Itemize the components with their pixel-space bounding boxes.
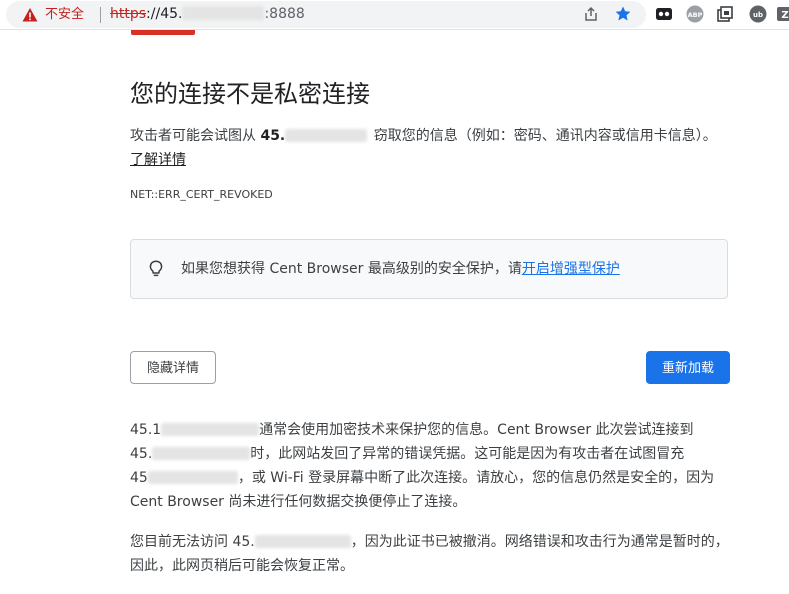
enable-enhanced-protection-link[interactable]: 开启增强型保护 bbox=[522, 261, 620, 277]
redacted-host bbox=[254, 534, 351, 548]
lightbulb-icon bbox=[149, 260, 163, 277]
error-intro: 攻击者可能会试图从 45. 窃取您的信息（例如：密码、通讯内容或信用卡信息）。了… bbox=[130, 124, 730, 172]
url-scheme: https bbox=[110, 6, 147, 22]
details-host-1: 45.1 bbox=[130, 422, 162, 438]
tip-message: 如果您想获得 Cent Browser 最高级别的安全保护，请 bbox=[181, 261, 522, 277]
enhanced-protection-tip: 如果您想获得 Cent Browser 最高级别的安全保护，请开启增强型保护 bbox=[130, 239, 728, 299]
intro-suffix: 窃取您的信息（例如：密码、通讯内容或信用卡信息）。 bbox=[369, 128, 717, 144]
url-port: :8888 bbox=[264, 6, 305, 22]
bookmark-star-icon[interactable] bbox=[614, 5, 632, 23]
error-details: 45.1 通常会使用加密技术来保护您的信息。Cent Browser 此次尝试连接… bbox=[130, 418, 730, 594]
svg-text:ABP: ABP bbox=[688, 11, 703, 19]
ublock-icon[interactable]: ub bbox=[749, 5, 767, 23]
redacted-host bbox=[182, 6, 265, 20]
warning-triangle-icon bbox=[22, 8, 38, 22]
redacted-host bbox=[161, 422, 260, 436]
extension-icon-1[interactable] bbox=[655, 5, 673, 23]
learn-more-link[interactable]: 了解详情 bbox=[130, 152, 186, 168]
details-text-4: 您目前无法访问 45. bbox=[130, 534, 255, 550]
svg-text:Z: Z bbox=[781, 10, 788, 21]
redacted-host bbox=[152, 446, 251, 460]
reload-button[interactable]: 重新加载 bbox=[646, 351, 730, 384]
intro-host: 45. bbox=[260, 128, 286, 144]
omnibox-divider bbox=[100, 7, 101, 23]
url-text[interactable]: https://45. :8888 bbox=[110, 5, 305, 23]
url-host: ://45. bbox=[146, 6, 183, 22]
details-text-1: 通常会使用加密技术来保护您的信息。Cent Browser 此次尝试连接到 bbox=[259, 422, 694, 438]
extension-windows-icon[interactable] bbox=[716, 5, 734, 23]
address-bar[interactable]: 不安全 https://45. :8888 bbox=[6, 1, 646, 28]
tip-text: 如果您想获得 Cent Browser 最高级别的安全保护，请开启增强型保护 bbox=[181, 259, 620, 279]
security-status-label[interactable]: 不安全 bbox=[45, 6, 84, 23]
redacted-host bbox=[285, 128, 368, 142]
adblock-plus-icon[interactable]: ABP bbox=[686, 5, 704, 23]
error-accent-stripe bbox=[131, 30, 195, 35]
svg-text:ub: ub bbox=[753, 11, 763, 19]
page-title: 您的连接不是私密连接 bbox=[130, 80, 370, 108]
extension-icon-5[interactable]: Z bbox=[776, 5, 789, 23]
redacted-host bbox=[147, 470, 238, 484]
error-code: NET::ERR_CERT_REVOKED bbox=[130, 188, 273, 201]
share-icon[interactable] bbox=[583, 6, 599, 22]
intro-prefix: 攻击者可能会试图从 bbox=[130, 128, 261, 144]
details-paragraph-2: 您目前无法访问 45. ，因为此证书已被撤消。网络错误和攻击行为通常是暂时的，因此… bbox=[130, 530, 730, 578]
details-paragraph-1: 45.1 通常会使用加密技术来保护您的信息。Cent Browser 此次尝试连接… bbox=[130, 418, 730, 514]
browser-toolbar: 不安全 https://45. :8888 ABP ub Z bbox=[0, 0, 789, 30]
details-text-2: 时，此网站发回了异常的错误凭据。这可能是因为有攻击者在试图冒充 bbox=[250, 446, 685, 462]
hide-details-button[interactable]: 隐藏详情 bbox=[130, 351, 216, 384]
details-host-2: 45. bbox=[130, 446, 153, 462]
details-host-3: 45 bbox=[130, 470, 148, 486]
